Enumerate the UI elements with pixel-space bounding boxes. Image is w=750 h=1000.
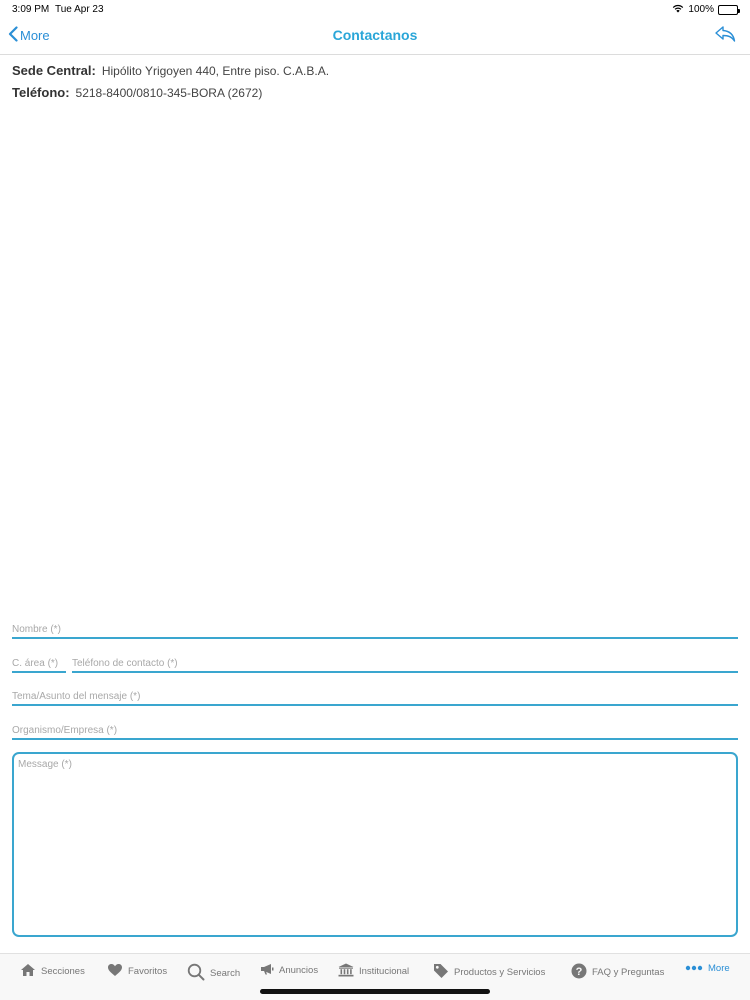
search-icon [187,963,210,984]
tab-label: Favoritos [128,966,168,977]
tab-more[interactable]: More [685,963,730,974]
area-code-field-wrapper [12,653,66,673]
contact-info: Sede Central: Hipólito Yrigoyen 440, Ent… [12,63,329,107]
page-title: Contactanos [332,27,418,43]
tab-label: Institucional [359,966,410,977]
institution-icon [338,963,359,980]
organization-field-wrapper [12,720,738,740]
hq-row: Sede Central: Hipólito Yrigoyen 440, Ent… [12,63,329,85]
reply-button[interactable] [714,25,736,48]
phone-number[interactable]: 5218-8400/0810-345-BORA (2672) [76,86,263,100]
tab-label: Productos y Servicios [454,967,546,978]
phone-field[interactable] [72,658,738,669]
message-box [12,752,738,937]
tab-productos-y-servicios[interactable]: Productos y Servicios [433,963,545,982]
heart-icon [107,963,128,980]
battery-percent: 100% [688,4,714,15]
tab-secciones[interactable]: Secciones [20,963,85,980]
tab-label: Anuncios [279,965,319,976]
battery-icon [718,4,740,15]
tab-label: Secciones [41,966,85,977]
more-icon [685,963,708,974]
home-icon [20,963,41,980]
tab-label: More [708,963,730,974]
tab-label: FAQ y Preguntas [592,967,665,978]
area-code-field[interactable] [12,658,66,669]
tab-faq-y-preguntas[interactable]: ? FAQ y Preguntas [571,963,664,982]
hq-address: Hipólito Yrigoyen 440, Entre piso. C.A.B… [101,64,330,78]
status-right: 100% [672,3,740,16]
nav-bar: More Contactanos [0,18,750,55]
home-indicator[interactable] [260,989,490,994]
subject-field-wrapper [12,686,738,706]
phone-label: Teléfono: [12,85,70,100]
phone-row: Teléfono: 5218-8400/0810-345-BORA (2672) [12,85,329,107]
tab-anuncios[interactable]: Anuncios [260,963,318,978]
tab-search[interactable]: Search [187,963,240,984]
tab-favoritos[interactable]: Favoritos [107,963,167,980]
organization-field[interactable] [12,725,738,736]
hq-label: Sede Central: [12,63,96,78]
message-field[interactable] [18,759,732,930]
status-date: Tue Apr 23 [55,4,104,15]
reply-icon [714,26,736,47]
svg-text:?: ? [576,966,583,978]
status-bar: 3:09 PM Tue Apr 23 100% [0,0,750,18]
name-field[interactable] [12,624,738,635]
tab-label: Search [210,968,241,979]
megaphone-icon [260,963,279,978]
tab-institucional[interactable]: Institucional [338,963,409,980]
question-icon: ? [571,963,592,982]
subject-field[interactable] [12,691,738,702]
tag-icon [433,963,454,982]
status-time: 3:09 PM [12,4,50,15]
phone-field-wrapper [72,653,738,673]
wifi-icon [672,3,684,16]
name-field-wrapper [12,619,738,639]
